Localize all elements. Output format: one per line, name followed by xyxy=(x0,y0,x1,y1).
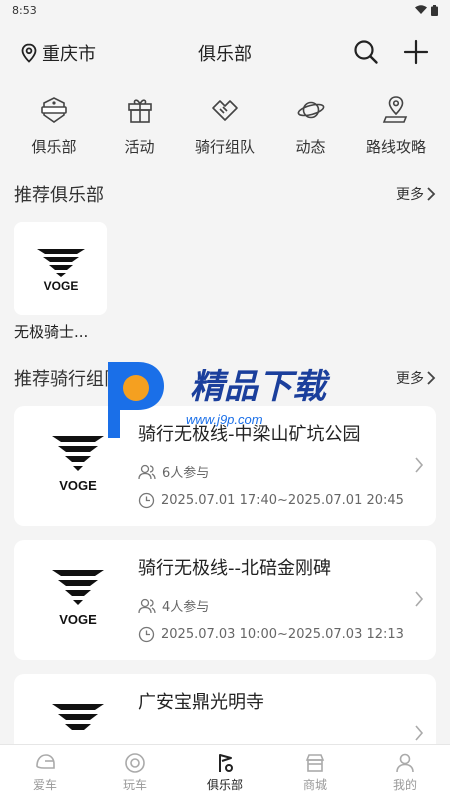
ride-participants: 6人参与 xyxy=(138,462,209,481)
ride-card[interactable]: VOGE 骑行无极线-中梁山矿坑公园 6人参与 2025.07.01 17:40… xyxy=(14,406,436,526)
tab-label: 玩车 xyxy=(122,778,147,792)
participants-label: 6人参与 xyxy=(162,466,210,481)
more-label: 更多 xyxy=(396,371,424,387)
top-header: 重庆市 俱乐部 xyxy=(0,20,450,86)
clubs-more-link[interactable]: 更多 xyxy=(396,184,436,204)
add-button[interactable] xyxy=(402,38,430,66)
location-pin-icon xyxy=(21,43,37,63)
grid-label: 动态 xyxy=(295,138,326,156)
grid-label: 俱乐部 xyxy=(31,138,77,156)
club-logo: VOGE xyxy=(14,222,107,315)
badge-icon xyxy=(38,94,70,126)
handshake-icon xyxy=(209,94,241,126)
city-name: 重庆市 xyxy=(42,44,96,65)
quick-entry-grid: 俱乐部 活动 骑行组队 动态 路线攻略 xyxy=(0,90,450,170)
grid-item-club[interactable]: 俱乐部 xyxy=(14,90,94,170)
ride-time: 2025.07.03 10:00~2025.07.03 12:13 xyxy=(138,626,404,643)
gift-icon xyxy=(124,94,156,126)
tab-label: 商城 xyxy=(302,778,327,792)
shop-icon xyxy=(305,754,325,772)
ride-time: 2025.07.01 17:40~2025.07.01 20:45 xyxy=(138,492,404,509)
club-flag-icon xyxy=(219,754,233,772)
grid-item-activity[interactable]: 活动 xyxy=(100,90,180,170)
ride-card[interactable]: VOGE 骑行无极线--北碚金刚碑 4人参与 2025.07.03 10:00~… xyxy=(14,540,436,660)
grid-item-feed[interactable]: 动态 xyxy=(271,90,351,170)
recommended-clubs-header: 推荐俱乐部 更多 xyxy=(0,174,450,214)
participants-label: 4人参与 xyxy=(162,600,210,615)
voge-logo-text: VOGE xyxy=(59,612,97,627)
chevron-right-icon xyxy=(427,371,436,385)
city-selector[interactable]: 重庆市 xyxy=(20,40,96,66)
grid-item-route-guide[interactable]: 路线攻略 xyxy=(356,90,436,170)
tab-play-car[interactable]: 玩车 xyxy=(90,745,180,800)
voge-logo-text: VOGE xyxy=(43,279,78,292)
chevron-right-icon xyxy=(415,725,424,741)
time-label: 2025.07.01 17:40~2025.07.01 20:45 xyxy=(161,493,404,508)
time-label: 2025.07.03 10:00~2025.07.03 12:13 xyxy=(161,627,404,642)
voge-logo: VOGE xyxy=(52,570,104,627)
grid-label: 活动 xyxy=(124,138,155,156)
tab-club[interactable]: 俱乐部 xyxy=(180,745,270,800)
battery-icon xyxy=(431,4,438,16)
voge-logo-text: VOGE xyxy=(59,478,97,493)
tab-label: 俱乐部 xyxy=(206,778,243,792)
status-bar: 8:53 xyxy=(0,0,450,20)
search-button[interactable] xyxy=(352,38,380,66)
ride-title: 骑行无极线--北碚金刚碑 xyxy=(138,558,331,579)
plus-icon xyxy=(403,39,429,65)
clock-icon xyxy=(138,492,155,509)
chevron-right-icon xyxy=(415,457,424,473)
tab-mine[interactable]: 我的 xyxy=(360,745,450,800)
voge-logo: VOGE xyxy=(52,436,104,493)
tab-label: 爱车 xyxy=(32,778,57,792)
bottom-tab-bar: 爱车 玩车 俱乐部 商城 我的 xyxy=(0,744,450,800)
more-label: 更多 xyxy=(396,187,424,203)
recommended-rides-header: 推荐骑行组队 更多 xyxy=(0,358,450,398)
search-icon xyxy=(354,40,378,64)
chevron-right-icon xyxy=(427,187,436,201)
club-card[interactable]: VOGE 无极骑士... xyxy=(14,222,107,342)
club-name: 无极骑士... xyxy=(14,323,89,341)
tab-my-car[interactable]: 爱车 xyxy=(0,745,90,800)
section-title: 推荐骑行组队 xyxy=(14,369,122,390)
user-icon xyxy=(396,753,414,773)
ride-title: 骑行无极线-中梁山矿坑公园 xyxy=(138,424,361,445)
grid-label: 骑行组队 xyxy=(194,138,255,156)
people-icon xyxy=(138,464,156,479)
grid-item-ride-team[interactable]: 骑行组队 xyxy=(185,90,265,170)
wheel-icon xyxy=(125,753,145,773)
ride-title: 广安宝鼎光明寺 xyxy=(138,692,264,713)
clock-icon xyxy=(138,626,155,643)
rides-more-link[interactable]: 更多 xyxy=(396,368,436,388)
grid-label: 路线攻略 xyxy=(365,138,426,156)
wifi-icon xyxy=(415,5,427,14)
planet-icon xyxy=(295,94,327,126)
section-title: 推荐俱乐部 xyxy=(14,185,104,206)
route-pin-icon xyxy=(380,94,412,126)
status-time: 8:53 xyxy=(12,3,37,17)
chevron-right-icon xyxy=(415,591,424,607)
tab-mall[interactable]: 商城 xyxy=(270,745,360,800)
helmet-icon xyxy=(36,754,55,769)
ride-participants: 4人参与 xyxy=(138,596,209,615)
tab-label: 我的 xyxy=(392,778,417,792)
people-icon xyxy=(138,598,156,613)
